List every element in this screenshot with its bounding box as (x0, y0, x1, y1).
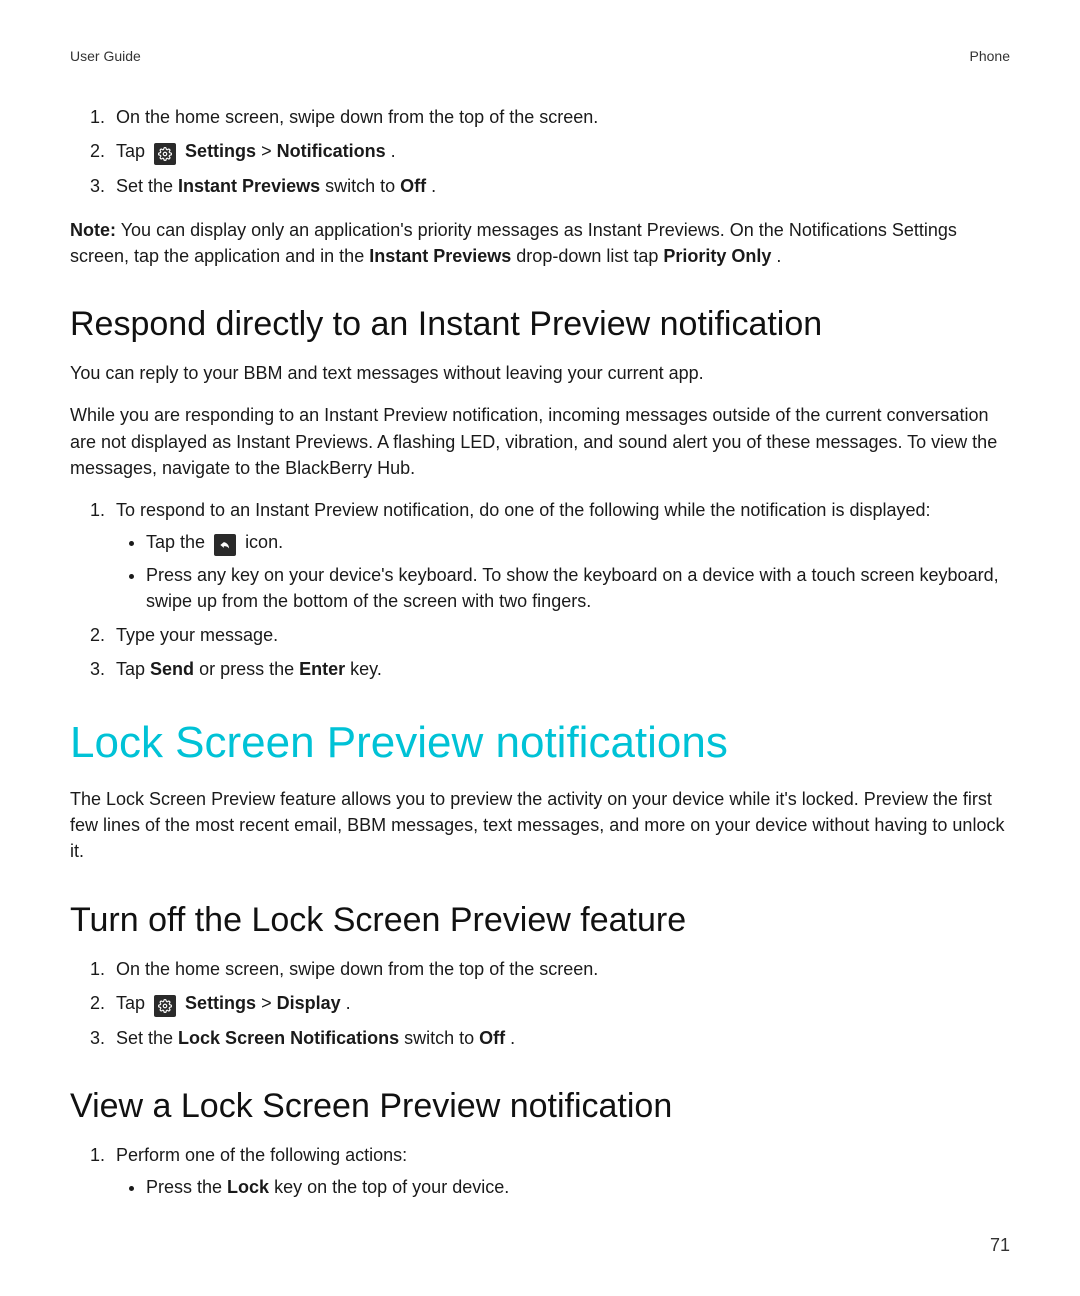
note-label: Note: (70, 220, 116, 240)
respond-s1-bullet-1: Tap the icon. (146, 529, 1010, 556)
vb1-b: Lock (227, 1177, 269, 1197)
respond-p2: While you are responding to an Instant P… (70, 402, 1010, 480)
to-s3-end: . (510, 1028, 515, 1048)
view-s1-bullet-1: Press the Lock key on the top of your de… (146, 1174, 1010, 1200)
page-number: 71 (990, 1235, 1010, 1256)
to-s3-pre: Set the (116, 1028, 178, 1048)
note-bold2: Priority Only (663, 246, 771, 266)
s3-b2: Enter (299, 659, 345, 679)
gear-icon (154, 143, 176, 165)
turn-off-step-1: On the home screen, swipe down from the … (110, 956, 1010, 982)
intro-step-3: Set the Instant Previews switch to Off . (110, 173, 1010, 199)
to-s2-display: Display (277, 993, 341, 1013)
respond-step-3: Tap Send or press the Enter key. (110, 656, 1010, 682)
note-body2: drop-down list tap (516, 246, 663, 266)
to-s3-mid: switch to (404, 1028, 479, 1048)
respond-step-1: To respond to an Instant Preview notific… (110, 497, 1010, 614)
s3-end: . (431, 176, 436, 196)
note-end: . (776, 246, 781, 266)
s3-b1: Send (150, 659, 194, 679)
to-s2-settings: Settings (185, 993, 256, 1013)
note-body1: You can display only an application's pr… (70, 220, 957, 266)
respond-p1: You can reply to your BBM and text messa… (70, 360, 1010, 386)
respond-s1-bullets: Tap the icon. Press any key on your devi… (116, 529, 1010, 614)
vb1-pre: Press the (146, 1177, 227, 1197)
reply-arrow-icon (214, 534, 236, 556)
view-steps: Perform one of the following actions: Pr… (70, 1142, 1010, 1200)
intro-steps: On the home screen, swipe down from the … (70, 104, 1010, 199)
lock-intro: The Lock Screen Preview feature allows y… (70, 786, 1010, 864)
note-bold1: Instant Previews (369, 246, 511, 266)
respond-title: Respond directly to an Instant Preview n… (70, 305, 1010, 344)
view-s1-text: Perform one of the following actions: (116, 1145, 407, 1165)
s3-mid: switch to (325, 176, 400, 196)
s3-bold2: Off (400, 176, 426, 196)
header-right: Phone (970, 48, 1010, 64)
view-s1-bullets: Press the Lock key on the top of your de… (116, 1174, 1010, 1200)
gear-icon (154, 995, 176, 1017)
s3-pre: Set the (116, 176, 178, 196)
to-s2-period: . (346, 993, 351, 1013)
s3-pre: Tap (116, 659, 150, 679)
s3-mid: or press the (199, 659, 299, 679)
to-s2-gt: > (261, 993, 277, 1013)
intro-step-2: Tap Settings > Notifications . (110, 138, 1010, 165)
turn-off-step-3: Set the Lock Screen Notifications switch… (110, 1025, 1010, 1051)
b1-pre: Tap the (146, 532, 210, 552)
turn-off-title: Turn off the Lock Screen Preview feature (70, 901, 1010, 940)
intro-step-1: On the home screen, swipe down from the … (110, 104, 1010, 130)
view-step-1: Perform one of the following actions: Pr… (110, 1142, 1010, 1200)
text-gt: > (261, 141, 277, 161)
view-title: View a Lock Screen Preview notification (70, 1087, 1010, 1126)
text-period: . (391, 141, 396, 161)
header-left: User Guide (70, 48, 141, 64)
b1-post: icon. (245, 532, 283, 552)
respond-s1-bullet-2: Press any key on your device's keyboard.… (146, 562, 1010, 614)
respond-steps: To respond to an Instant Preview notific… (70, 497, 1010, 682)
s3-end: key. (350, 659, 382, 679)
turn-off-step-2: Tap Settings > Display . (110, 990, 1010, 1017)
lock-chapter-title: Lock Screen Preview notifications (70, 718, 1010, 768)
text-settings: Settings (185, 141, 256, 161)
text-tap: Tap (116, 141, 150, 161)
to-s3-b: Lock Screen Notifications (178, 1028, 399, 1048)
respond-step-2: Type your message. (110, 622, 1010, 648)
respond-s1-text: To respond to an Instant Preview notific… (116, 500, 931, 520)
s3-bold: Instant Previews (178, 176, 320, 196)
page-header: User Guide Phone (70, 48, 1010, 64)
document-page: User Guide Phone On the home screen, swi… (0, 0, 1080, 1296)
note-paragraph: Note: You can display only an applicatio… (70, 217, 1010, 269)
turn-off-steps: On the home screen, swipe down from the … (70, 956, 1010, 1051)
text-notifications: Notifications (277, 141, 386, 161)
to-s3-b2: Off (479, 1028, 505, 1048)
to-s2-tap: Tap (116, 993, 150, 1013)
vb1-post: key on the top of your device. (274, 1177, 509, 1197)
